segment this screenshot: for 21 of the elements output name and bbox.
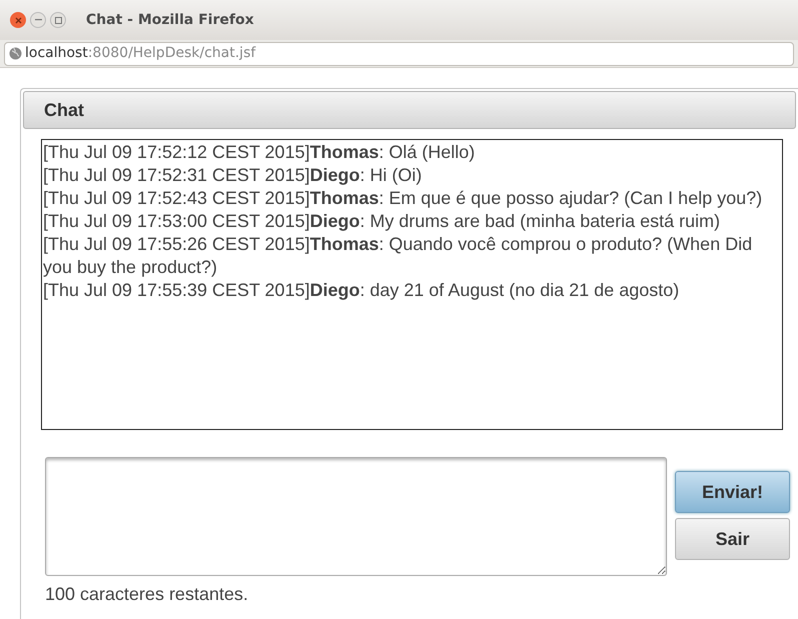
minimize-button[interactable] — [30, 12, 46, 28]
chat-message: [Thu Jul 09 17:52:12 CEST 2015]Thomas: Olá (Hello) — [43, 141, 476, 164]
globe-icon — [9, 47, 22, 60]
close-icon — [14, 16, 22, 24]
window-title: Chat - Mozilla Firefox — [86, 10, 254, 30]
panel-title: Chat — [44, 98, 84, 122]
message-input[interactable] — [45, 457, 667, 576]
close-button[interactable] — [10, 12, 26, 28]
maximize-button[interactable] — [50, 12, 66, 28]
url-text: localhost:8080/HelpDesk/chat.jsf — [25, 44, 256, 63]
chat-message: [Thu Jul 09 17:53:00 CEST 2015]Diego: My drums are bad (minha bateria está ruim) — [43, 210, 722, 233]
maximize-icon — [54, 16, 62, 24]
chat-message: [Thu Jul 09 17:55:26 CEST 2015]Thomas: Quando você comprou o produto? (When Did you buy the product?) — [43, 233, 754, 279]
chat-message: [Thu Jul 09 17:55:39 CEST 2015]Diego: day 21 of August (no dia 21 de agosto) — [43, 279, 680, 302]
minimize-icon — [34, 19, 42, 21]
chat-message: [Thu Jul 09 17:52:43 CEST 2015]Thomas: Em que é que posso ajudar? (Can I help you?) — [43, 187, 764, 210]
chat-message: [Thu Jul 09 17:52:31 CEST 2015]Diego: Hi (Oi) — [43, 164, 423, 187]
characters-remaining: 100 caracteres restantes. — [45, 583, 250, 606]
action-button[interactable]: Sair — [675, 518, 790, 560]
action-button[interactable]: Enviar! — [675, 471, 790, 513]
address-bar[interactable]: localhost:8080/HelpDesk/chat.jsf — [4, 42, 794, 66]
